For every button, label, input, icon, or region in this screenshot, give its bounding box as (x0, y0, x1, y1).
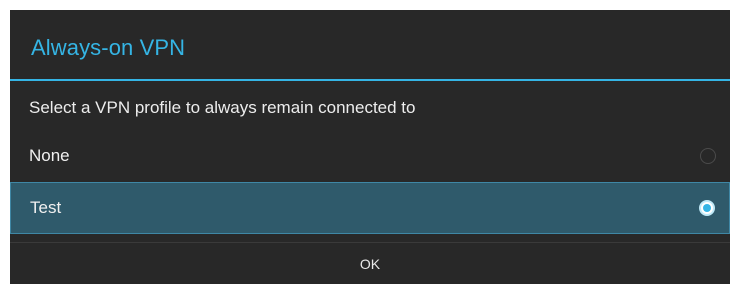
vpn-option-none[interactable]: None (10, 131, 730, 181)
radio-selected-dot-icon (703, 204, 711, 212)
dialog-title-bar: Always-on VPN (10, 10, 730, 80)
always-on-vpn-dialog: Always-on VPN Select a VPN profile to al… (10, 10, 730, 284)
vpn-option-label-test: Test (30, 198, 62, 217)
button-divider (10, 242, 730, 243)
title-divider (10, 79, 730, 81)
radio-unchecked-icon[interactable] (700, 148, 716, 164)
dialog-message: Select a VPN profile to always remain co… (29, 98, 416, 117)
vpn-option-test[interactable]: Test (10, 182, 730, 234)
dialog-title: Always-on VPN (31, 35, 186, 60)
radio-checked-icon[interactable] (699, 200, 715, 216)
ok-button[interactable]: OK (10, 244, 730, 284)
vpn-option-label-none: None (29, 146, 70, 165)
